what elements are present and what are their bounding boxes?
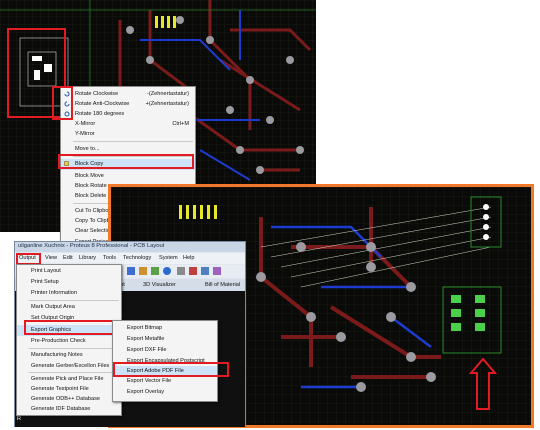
toolbar-icon[interactable]: [151, 267, 159, 275]
menu-item-label: Block Rotate: [75, 183, 107, 189]
menu-item-export-graphics[interactable]: Export Graphics: [17, 325, 121, 336]
menu-item-label: Copy To Clipb: [75, 218, 110, 224]
menu-tools[interactable]: Tools: [103, 255, 116, 261]
menu-item-label: Generate ODB++ Database: [31, 396, 101, 402]
menu-item-export-overlay[interactable]: Export Overlay: [113, 387, 217, 397]
menu-item-printer-information[interactable]: Printer Information: [17, 288, 121, 298]
menu-item-label: X-Mirror: [75, 121, 96, 127]
menu-item-label: Export Overlay: [127, 389, 164, 395]
toolbar-icon[interactable]: [139, 267, 147, 275]
menu-item-rotate-cw[interactable]: Rotate Clockwise -(Zehnertastatur): [61, 89, 195, 99]
menu-item-rotate-180[interactable]: Rotate 180 degrees: [61, 109, 195, 119]
menu-item-label: Block Move: [75, 173, 104, 179]
menu-item-label: Generate Testpoint File: [31, 386, 89, 392]
menu-item-label: Generate Pick and Place File: [31, 376, 104, 382]
menu-item-generate-pick-and-place[interactable]: Generate Pick and Place File: [17, 374, 121, 384]
menu-system[interactable]: System: [159, 255, 178, 261]
menu-item-export-adobe-pdf[interactable]: Export Adobe PDF File: [113, 366, 217, 376]
toolbar-icon[interactable]: [213, 267, 221, 275]
statusbar-letter: R: [17, 416, 22, 422]
menu-separator: [29, 372, 119, 373]
toolbar-icon[interactable]: [189, 267, 197, 275]
menu-item-mark-output-area[interactable]: Mark Output Area: [17, 302, 121, 312]
help-icon[interactable]: [163, 267, 171, 275]
menu-item-shortcut: Ctrl+M: [172, 121, 189, 127]
menu-item-label: Block Delete: [75, 193, 107, 199]
menu-item-x-mirror[interactable]: X-Mirror Ctrl+M: [61, 119, 195, 129]
menu-item-label: Export Vector File: [127, 378, 172, 384]
menu-item-label: Pre-Production Check: [31, 338, 86, 344]
menu-item-label: Generate IDF Database: [31, 406, 91, 412]
menu-item-set-output-origin[interactable]: Set Output Origin: [17, 313, 121, 323]
menu-item-label: Clear Selectio: [75, 228, 110, 234]
menu-item-export-dxf[interactable]: Export DXF File: [113, 345, 217, 355]
menu-item-label: Export Metafile: [127, 336, 165, 342]
menu-technology[interactable]: Technology: [123, 255, 151, 261]
menubar: Output View Edit Library Tools Technolog…: [15, 253, 245, 264]
menu-item-label: Rotate 180 degrees: [75, 111, 125, 117]
menu-item-print-layout[interactable]: Print Layout: [17, 266, 121, 276]
menu-item-shortcut: -(Zehnertastatur): [147, 91, 189, 97]
menu-item-block-move[interactable]: Block Move: [61, 171, 195, 181]
menu-item-export-eps[interactable]: Export Encapsulated Postscript: [113, 356, 217, 366]
rotate-cw-icon: [64, 91, 70, 97]
menu-item-export-metafile[interactable]: Export Metafile: [113, 334, 217, 344]
rotate-ccw-icon: [64, 101, 70, 107]
menu-item-label: Set Output Origin: [31, 315, 75, 321]
menu-separator: [29, 300, 119, 301]
menu-item-rotate-ccw[interactable]: Rotate Anti-Clockwise +(Zehnertastatur): [61, 99, 195, 109]
menu-item-label: Print Setup: [31, 279, 59, 285]
menu-item-print-setup[interactable]: Print Setup: [17, 277, 121, 287]
menu-item-label: Export Bitmap: [127, 325, 163, 331]
menu-item-manufacturing-notes[interactable]: Manufacturing Notes: [17, 350, 121, 360]
rotate-180-icon: [64, 111, 70, 117]
menu-item-export-bitmap[interactable]: Export Bitmap: [113, 323, 217, 333]
menu-item-label: Mark Output Area: [31, 304, 75, 310]
menu-item-label: Export Graphics: [31, 327, 72, 333]
menu-item-label: Export DXF File: [127, 347, 167, 353]
menu-item-export-vector[interactable]: Export Vector File: [113, 376, 217, 386]
menu-item-label: Y-Mirror: [75, 131, 95, 137]
toolbar-icon[interactable]: [177, 267, 185, 275]
menu-library[interactable]: Library: [79, 255, 96, 261]
menu-separator: [73, 141, 193, 142]
menu-item-shortcut: +(Zehnertastatur): [145, 101, 189, 107]
menu-item-label: Generate Gerber/Excellon Files: [31, 363, 110, 369]
toolbar-icon[interactable]: [127, 267, 135, 275]
menu-item-generate-idf[interactable]: Generate IDF Database: [17, 404, 121, 414]
menu-item-block-copy[interactable]: Block Copy: [61, 159, 195, 170]
menu-item-generate-testpoint[interactable]: Generate Testpoint File: [17, 384, 121, 394]
menu-separator: [73, 156, 193, 157]
tab-3d-visualizer[interactable]: 3D Visualizer: [143, 282, 176, 288]
menu-item-label: Block Copy: [75, 161, 104, 167]
menu-item-label: Print Layout: [31, 268, 61, 274]
menu-item-label: Manufacturing Notes: [31, 352, 83, 358]
menu-item-generate-gerber[interactable]: Generate Gerber/Excellon Files: [17, 361, 121, 371]
menu-item-move-to[interactable]: Move to...: [61, 144, 195, 154]
menu-help[interactable]: Help: [183, 255, 195, 261]
menu-item-label: Cut To Clipbo: [75, 208, 109, 214]
menu-item-label: Rotate Anti-Clockwise: [75, 101, 130, 107]
menu-output[interactable]: Output: [19, 255, 36, 261]
menu-item-y-mirror[interactable]: Y-Mirror: [61, 129, 195, 139]
menu-item-label: Export Encapsulated Postscript: [127, 358, 205, 364]
menu-item-pre-production-check[interactable]: Pre-Production Check: [17, 336, 121, 346]
menu-item-label: Move to...: [75, 146, 100, 152]
menu-item-label: Rotate Clockwise: [75, 91, 119, 97]
menu-separator: [29, 348, 119, 349]
toolbar-icon[interactable]: [201, 267, 209, 275]
menu-item-generate-odb[interactable]: Generate ODB++ Database: [17, 394, 121, 404]
block-copy-icon: [64, 161, 70, 167]
menu-edit[interactable]: Edit: [63, 255, 73, 261]
tab-bill-of-materials[interactable]: Bill of Material: [205, 282, 240, 288]
menu-item-label: Export Adobe PDF File: [127, 368, 184, 374]
menu-item-label: Printer Information: [31, 290, 78, 296]
output-menu: Print Layout Print Setup Printer Informa…: [16, 264, 122, 416]
window-titlebar: uliganline Xuchnix - Proteus 8 Professio…: [15, 242, 245, 252]
menu-view[interactable]: View: [45, 255, 57, 261]
export-graphics-submenu: Export Bitmap Export Metafile Export DXF…: [112, 320, 218, 402]
window-title: uliganline Xuchnix - Proteus 8 Professio…: [18, 243, 165, 249]
